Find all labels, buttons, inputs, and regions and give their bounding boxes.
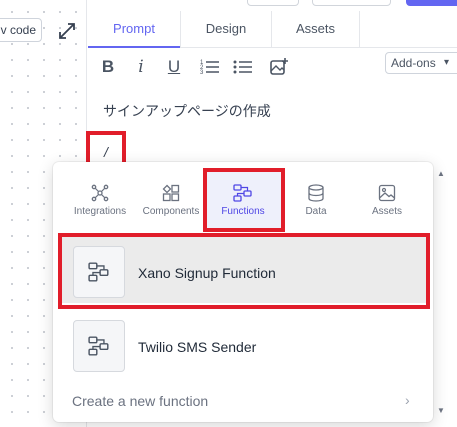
addons-label: Add-ons — [391, 56, 436, 70]
prompt-text[interactable]: サインアップページの作成 — [103, 101, 271, 121]
chevron-down-icon: ▾ — [444, 57, 450, 68]
bullet-list-icon — [233, 60, 252, 74]
category-label: Functions — [221, 206, 265, 217]
view-code-button[interactable]: v code — [0, 18, 42, 42]
addons-dropdown[interactable]: Add-ons ▾ — [385, 52, 457, 74]
category-label: Assets — [371, 206, 402, 217]
category-components[interactable]: Components — [139, 184, 203, 234]
category-label: Components — [142, 206, 200, 217]
top-button-1[interactable] — [247, 0, 299, 6]
add-image-button[interactable] — [268, 56, 290, 78]
tab-design[interactable]: Design — [180, 11, 271, 48]
category-integrations[interactable]: Integrations — [68, 184, 132, 234]
integrations-icon — [91, 184, 109, 202]
italic-button[interactable]: i — [132, 56, 150, 78]
category-assets[interactable]: Assets — [355, 184, 419, 234]
create-new-function-link[interactable]: Create a new function — [72, 393, 208, 409]
category-label: Integrations — [73, 206, 127, 217]
tab-assets[interactable]: Assets — [271, 11, 360, 48]
chevron-right-icon[interactable]: › — [405, 392, 410, 408]
category-data[interactable]: Data — [284, 184, 348, 234]
category-label: Data — [305, 206, 327, 217]
functions-icon — [233, 184, 252, 202]
database-icon — [308, 184, 324, 202]
top-primary-button[interactable] — [406, 0, 457, 6]
function-icon-box — [73, 320, 125, 372]
ordered-list-icon: 1 2 3 — [200, 60, 219, 76]
panel-tabs: Prompt Design Assets — [88, 11, 457, 48]
scroll-down-arrow[interactable]: ▼ — [437, 406, 445, 415]
ordered-list-button[interactable]: 1 2 3 — [199, 56, 221, 78]
category-functions[interactable]: Functions — [211, 184, 275, 234]
function-item-twilio-sms[interactable]: Twilio SMS Sender — [62, 311, 426, 377]
bullet-list-button[interactable] — [232, 56, 254, 78]
top-button-2[interactable] — [312, 0, 391, 6]
expand-icon[interactable] — [57, 21, 77, 41]
add-image-icon — [270, 58, 288, 75]
components-icon — [162, 184, 180, 202]
tab-prompt[interactable]: Prompt — [88, 11, 180, 48]
function-icon — [88, 336, 109, 356]
underline-button[interactable]: U — [164, 56, 184, 78]
bold-button[interactable]: B — [99, 56, 117, 78]
svg-text:3: 3 — [200, 70, 204, 76]
image-icon — [378, 184, 396, 202]
slash-command[interactable]: / — [104, 144, 108, 160]
function-item-label: Twilio SMS Sender — [138, 339, 257, 355]
xano-item-highlight — [58, 233, 430, 309]
scroll-up-arrow[interactable]: ▲ — [437, 169, 445, 178]
